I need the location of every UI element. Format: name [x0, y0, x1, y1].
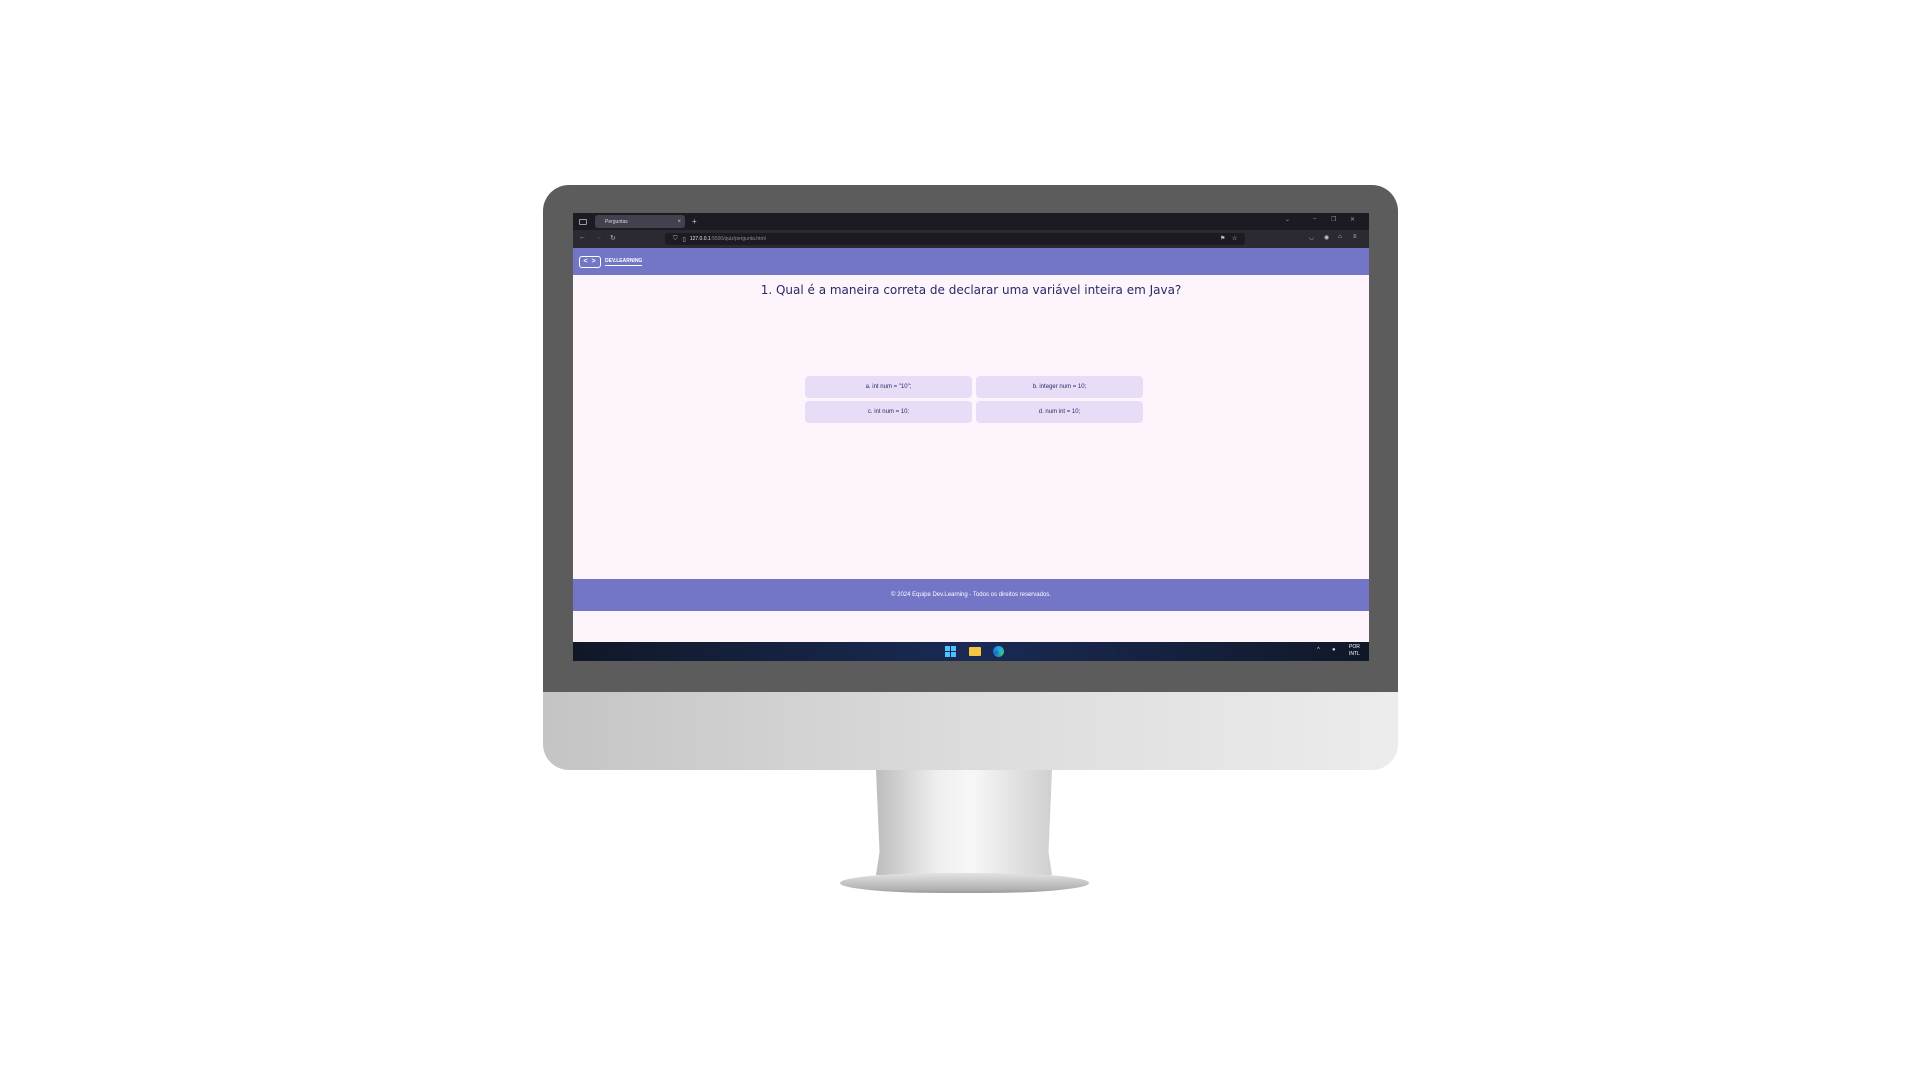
windows-start-icon[interactable]	[945, 646, 956, 657]
chevron-down-icon[interactable]: ⌄	[1285, 216, 1290, 223]
footer-text: © 2024 Equipe Dev.Learning - Todos os di…	[891, 592, 1051, 598]
page-icon[interactable]: ▯	[683, 236, 686, 243]
logo-glyph: < >	[583, 258, 597, 265]
browser-tab-bar: Perguntas × + ⌄ – ❐ ✕	[573, 213, 1369, 230]
forward-icon[interactable]: →	[595, 234, 602, 241]
logo-icon[interactable]: < >	[579, 255, 601, 268]
pocket-icon[interactable]: ◡	[1309, 234, 1314, 241]
microphone-icon[interactable]: ●	[1332, 647, 1336, 653]
star-icon[interactable]: ☆	[1232, 235, 1237, 242]
logo-text[interactable]: DEV.LEARNING	[605, 258, 643, 266]
option-c-button[interactable]: c. int num = 10;	[805, 401, 972, 423]
address-bar[interactable]: ⛉ ▯ 127.0.0.1 :5500/quiz/pergunta.html ⚑…	[665, 233, 1245, 245]
option-d-button[interactable]: d. num int = 10;	[976, 401, 1143, 423]
back-icon[interactable]: ←	[579, 234, 586, 241]
keyboard-layout: INTL	[1349, 651, 1360, 657]
browser-tab[interactable]: Perguntas ×	[595, 215, 685, 228]
browser-nav-bar: ← → ↻ ⛉ ▯ 127.0.0.1 :5500/quiz/pergunta.…	[573, 230, 1369, 248]
edge-icon[interactable]	[993, 646, 1004, 657]
tab-title: Perguntas	[605, 218, 628, 225]
question-title: 1. Qual é a maneira correta de declarar …	[760, 283, 1182, 297]
window-close-icon[interactable]: ✕	[1350, 216, 1355, 223]
answer-options: a. int num = "10"; b. integer num = 10; …	[805, 376, 1143, 423]
site-footer: © 2024 Equipe Dev.Learning - Todos os di…	[573, 579, 1369, 611]
screen: Perguntas × + ⌄ – ❐ ✕ ← → ↻ ⛉ ▯ 127.0.0.…	[573, 213, 1369, 661]
shield-icon[interactable]: ⛉	[673, 236, 678, 243]
tab-list-icon[interactable]	[579, 218, 587, 225]
monitor-chin	[543, 692, 1398, 770]
windows-taskbar: ^ ● POR INTL	[573, 642, 1369, 661]
chevron-up-icon[interactable]: ^	[1317, 647, 1320, 653]
site-header: < > DEV.LEARNING	[573, 248, 1369, 275]
option-a-button[interactable]: a. int num = "10";	[805, 376, 972, 398]
language-code: POR	[1349, 644, 1360, 650]
url-host: 127.0.0.1	[689, 236, 711, 242]
extensions-icon[interactable]: ⌂	[1338, 234, 1342, 240]
menu-icon[interactable]: ≡	[1353, 234, 1357, 240]
option-b-button[interactable]: b. integer num = 10;	[976, 376, 1143, 398]
reload-icon[interactable]: ↻	[610, 234, 616, 242]
url-path: :5500/quiz/pergunta.html	[710, 236, 766, 242]
monitor-base	[840, 873, 1089, 893]
new-tab-button[interactable]: +	[692, 217, 697, 226]
account-icon[interactable]: ◉	[1324, 234, 1329, 241]
file-explorer-icon[interactable]	[969, 647, 981, 656]
translate-icon[interactable]: ⚑	[1220, 235, 1225, 242]
minimize-icon[interactable]: –	[1313, 216, 1316, 222]
monitor-stand	[876, 770, 1052, 875]
close-icon[interactable]: ×	[677, 219, 681, 225]
web-page: < > DEV.LEARNING 1. Qual é a maneira cor…	[573, 248, 1369, 642]
language-indicator[interactable]: POR INTL	[1349, 644, 1360, 658]
restore-icon[interactable]: ❐	[1331, 216, 1336, 223]
